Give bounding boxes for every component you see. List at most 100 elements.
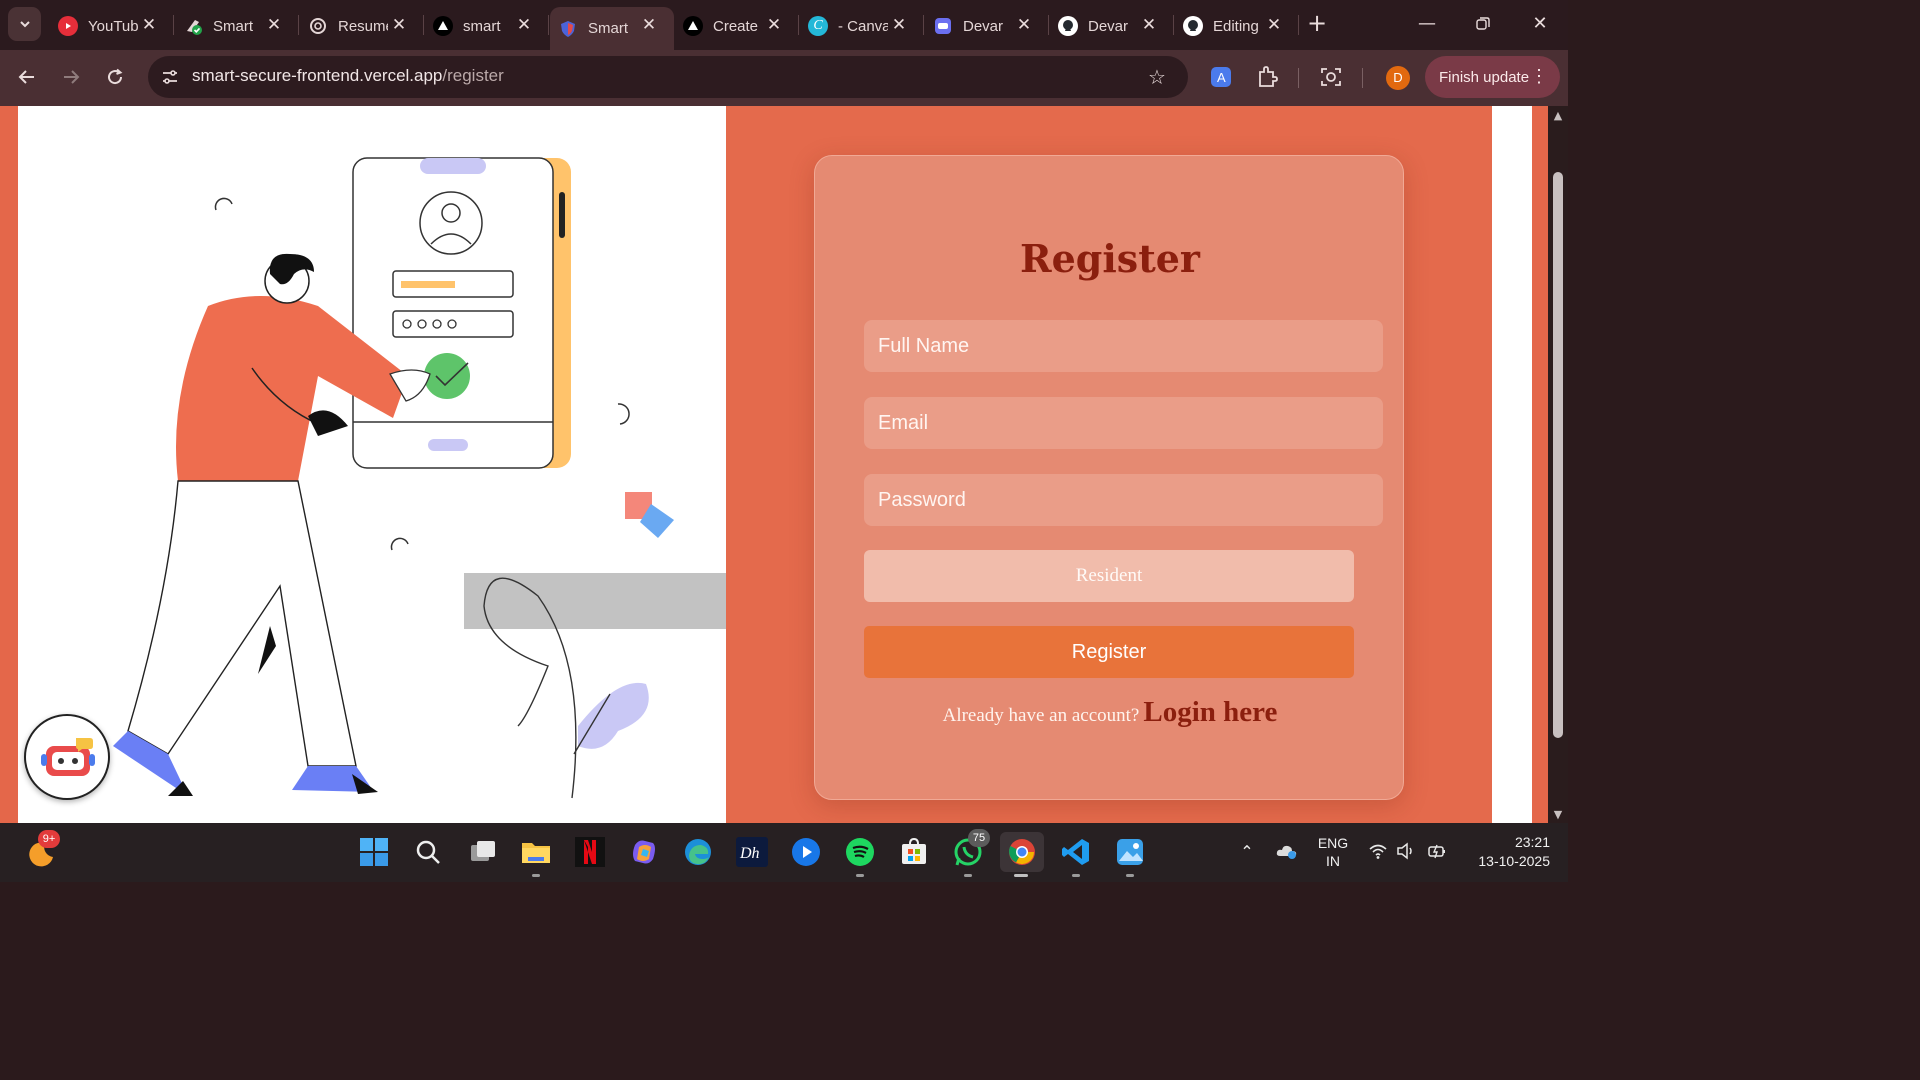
finish-update-button[interactable]: Finish update ⋮: [1425, 56, 1560, 98]
whatsapp-button[interactable]: 75: [948, 829, 990, 877]
spotify-button[interactable]: [840, 832, 880, 877]
github-icon: [1058, 16, 1078, 36]
photos-button[interactable]: [1110, 832, 1150, 877]
tab-title: Resume: [338, 17, 388, 35]
scroll-thumb[interactable]: [1553, 172, 1563, 738]
arrow-left-icon: [18, 70, 34, 84]
tab-title: Smart: [213, 17, 254, 35]
search-icon: [416, 840, 440, 864]
close-icon[interactable]: ✕: [890, 16, 908, 34]
widgets-button[interactable]: 9+: [20, 830, 60, 872]
translate-extension-icon[interactable]: A: [1208, 64, 1234, 90]
hotstar-button[interactable]: Dh: [732, 832, 772, 872]
edge-button[interactable]: [678, 832, 718, 872]
close-icon[interactable]: ✕: [1015, 16, 1033, 34]
address-bar[interactable]: smart-secure-frontend.vercel.app/registe…: [148, 56, 1188, 98]
vertical-scrollbar[interactable]: ▲ ▼: [1548, 106, 1568, 823]
url-host: smart-secure-frontend.vercel.app: [192, 66, 443, 85]
close-icon[interactable]: ✕: [390, 16, 408, 34]
back-button[interactable]: [12, 62, 42, 92]
role-select[interactable]: Resident: [864, 550, 1354, 602]
close-icon[interactable]: ✕: [140, 16, 158, 34]
close-window-button[interactable]: ✕: [1525, 10, 1555, 38]
clock[interactable]: 23:21 13-10-2025: [1460, 833, 1550, 871]
onedrive-icon[interactable]: [1276, 842, 1297, 862]
email-input[interactable]: Email: [864, 397, 1383, 449]
volume-icon[interactable]: [1396, 842, 1416, 862]
clock-time: 23:21: [1514, 834, 1550, 850]
close-icon[interactable]: ✕: [515, 16, 533, 34]
tab-separator: [798, 15, 799, 35]
tab-smart-active[interactable]: Smart ✕: [550, 7, 674, 50]
more-vert-icon[interactable]: ⋮: [1530, 66, 1548, 87]
running-indicator: [1072, 874, 1080, 877]
chatbot-button[interactable]: [24, 714, 110, 800]
file-explorer-button[interactable]: [516, 832, 556, 877]
register-button[interactable]: Register: [864, 626, 1354, 678]
tab-resume[interactable]: Resume ✕: [300, 7, 424, 45]
chrome-button[interactable]: [1000, 832, 1044, 877]
site-info-icon[interactable]: [160, 67, 180, 87]
tab-canva[interactable]: C - Canva ✕: [800, 7, 924, 45]
spotify-icon: [846, 838, 874, 866]
profile-avatar[interactable]: D: [1386, 66, 1410, 90]
wifi-icon[interactable]: [1368, 842, 1388, 862]
tab-devar[interactable]: Devar ✕: [925, 7, 1049, 45]
tab-search-button[interactable]: [8, 7, 41, 41]
close-icon[interactable]: ✕: [265, 16, 283, 34]
start-button[interactable]: [354, 832, 394, 872]
store-button[interactable]: [894, 832, 934, 872]
scroll-up-icon[interactable]: ▲: [1551, 109, 1565, 122]
tab-create[interactable]: Create ✕: [675, 7, 799, 45]
forward-button[interactable]: [56, 62, 86, 92]
chevron-up-icon[interactable]: ⌃: [1237, 842, 1257, 862]
scroll-down-icon[interactable]: ▼: [1551, 808, 1565, 821]
tab-separator: [298, 15, 299, 35]
triangle-icon: [433, 16, 453, 36]
tab-devar-github[interactable]: Devar ✕: [1050, 7, 1174, 45]
close-icon[interactable]: ✕: [640, 16, 658, 34]
reload-button[interactable]: [100, 62, 130, 92]
tab-youtube[interactable]: YouTube ✕: [50, 7, 174, 45]
page-title: Register: [1020, 236, 1200, 281]
password-input[interactable]: Password: [864, 474, 1383, 526]
tab-title: - Canva: [838, 17, 888, 35]
language-indicator[interactable]: ENG IN: [1314, 834, 1352, 870]
minimize-button[interactable]: —: [1412, 10, 1442, 38]
tab-title: Devar: [963, 17, 1004, 35]
full-name-input[interactable]: Full Name: [864, 320, 1383, 372]
login-prompt: Already have an account?: [942, 705, 1140, 726]
shield-icon: [558, 19, 578, 39]
close-icon[interactable]: ✕: [1265, 16, 1283, 34]
illustration-panel: [18, 106, 726, 823]
restore-button[interactable]: [1468, 10, 1498, 38]
close-icon[interactable]: ✕: [765, 16, 783, 34]
tab-editing[interactable]: Editing ✕: [1175, 7, 1299, 45]
login-link[interactable]: Login here: [1143, 696, 1277, 728]
running-indicator: [1014, 874, 1028, 877]
bookmark-star-icon[interactable]: ☆: [1148, 65, 1170, 89]
url-text[interactable]: smart-secure-frontend.vercel.app/registe…: [192, 66, 504, 86]
tab-separator: [1048, 15, 1049, 35]
new-tab-button[interactable]: +: [1305, 11, 1329, 36]
tab-title: Editing: [1213, 17, 1259, 35]
copilot-button[interactable]: [624, 832, 664, 872]
page-margin: [1492, 106, 1532, 823]
task-view-button[interactable]: [463, 832, 503, 872]
svg-text:Dh: Dh: [739, 845, 760, 862]
tab-smart[interactable]: Smart ✕: [175, 7, 299, 45]
close-icon[interactable]: ✕: [1140, 16, 1158, 34]
screenshot-lens-icon[interactable]: [1318, 64, 1344, 90]
netflix-button[interactable]: [570, 832, 610, 872]
battery-icon[interactable]: [1427, 842, 1447, 862]
tab-smart-vercel[interactable]: smart ✕: [425, 7, 549, 45]
tab-separator: [1298, 15, 1299, 35]
vscode-button[interactable]: [1056, 832, 1096, 877]
search-button[interactable]: [408, 832, 448, 872]
register-card: Register Full Name Email Password Reside…: [814, 155, 1404, 800]
reload-icon: [108, 68, 123, 85]
tab-title: Create: [713, 17, 759, 35]
media-player-button[interactable]: [786, 832, 826, 872]
tab-title: Smart: [588, 20, 629, 37]
extensions-icon[interactable]: [1254, 64, 1280, 90]
